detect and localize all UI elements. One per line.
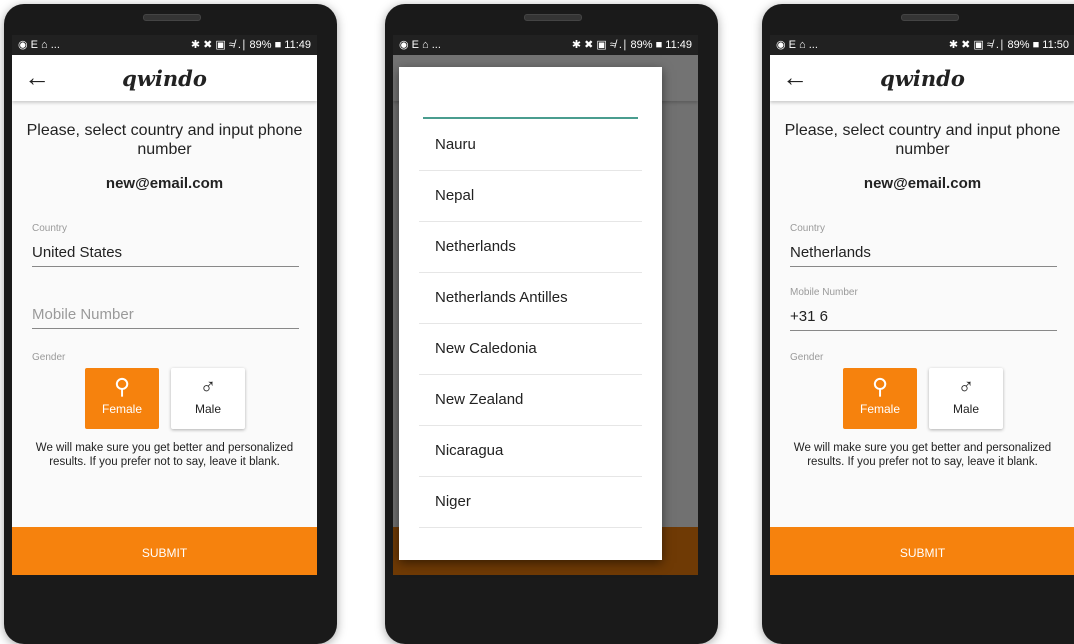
app-logo: qwindo bbox=[880, 66, 965, 91]
list-item[interactable]: New Zealand bbox=[419, 375, 642, 426]
list-item[interactable]: Nauru bbox=[419, 120, 642, 171]
female-icon: ⚲ bbox=[113, 374, 131, 399]
instruction-text: Please, select country and input phone n… bbox=[784, 122, 1061, 158]
speaker bbox=[142, 14, 201, 21]
mobile-number-input[interactable]: +31 6 bbox=[790, 308, 1057, 331]
status-icons-right: ✱ ✖ ▣ ≉ .∣ 89% ■ 11:49 bbox=[571, 39, 692, 51]
country-list: Nauru Nepal Netherlands Netherlands Anti… bbox=[419, 120, 642, 528]
list-item[interactable]: Niger bbox=[419, 477, 642, 528]
status-icons-right: ✱ ✖ ▣ ≉ .∣ 89% ■ 11:49 bbox=[190, 39, 311, 51]
list-item[interactable]: Netherlands bbox=[419, 222, 642, 273]
screen-country-select: ◉ E ⌂ ... ✱ ✖ ▣ ≉ .∣ 89% ■ 11:49 ← qwind… bbox=[12, 35, 317, 575]
status-bar: ◉ E ⌂ ... ✱ ✖ ▣ ≉ .∣ 89% ■ 11:50 bbox=[770, 35, 1074, 55]
speaker bbox=[523, 14, 582, 21]
gender-description: We will make sure you get better and per… bbox=[793, 442, 1052, 468]
status-bar: ◉ E ⌂ ... ✱ ✖ ▣ ≉ .∣ 89% ■ 11:49 bbox=[12, 35, 317, 55]
email-text: new@email.com bbox=[105, 175, 224, 192]
list-item[interactable]: New Caledonia bbox=[419, 324, 642, 375]
country-label: Country bbox=[790, 223, 826, 234]
country-field[interactable]: Netherlands bbox=[790, 244, 1057, 267]
app-logo: qwindo bbox=[122, 66, 207, 91]
female-icon: ⚲ bbox=[871, 374, 889, 399]
male-icon: ♂ bbox=[957, 374, 975, 399]
country-search-input[interactable] bbox=[423, 117, 638, 119]
list-item[interactable]: Netherlands Antilles bbox=[419, 273, 642, 324]
email-text: new@email.com bbox=[863, 175, 982, 192]
male-button[interactable]: ♂ Male bbox=[929, 368, 1003, 429]
mobile-number-label: Mobile Number bbox=[790, 287, 858, 298]
toolbar: ← qwindo bbox=[12, 55, 317, 101]
country-picker-dialog: Nauru Nepal Netherlands Netherlands Anti… bbox=[399, 67, 662, 560]
submit-button[interactable]: SUBMIT bbox=[770, 527, 1074, 575]
gender-description: We will make sure you get better and per… bbox=[35, 442, 294, 468]
instruction-text: Please, select country and input phone n… bbox=[26, 122, 303, 158]
gender-label: Gender bbox=[790, 352, 824, 363]
gender-label: Gender bbox=[32, 352, 66, 363]
list-item[interactable]: Nicaragua bbox=[419, 426, 642, 477]
female-label: Female bbox=[101, 402, 142, 416]
male-label: Male bbox=[952, 402, 979, 416]
screen-country-selected: ◉ E ⌂ ... ✱ ✖ ▣ ≉ .∣ 89% ■ 11:50 ← qwind… bbox=[770, 35, 1074, 575]
status-icons-right: ✱ ✖ ▣ ≉ .∣ 89% ■ 11:50 bbox=[948, 39, 1069, 51]
mobile-number-input[interactable]: Mobile Number bbox=[32, 306, 299, 329]
status-icons-left: ◉ E ⌂ ... bbox=[18, 39, 60, 51]
status-icons-left: ◉ E ⌂ ... bbox=[399, 39, 441, 51]
speaker bbox=[900, 14, 959, 21]
male-button[interactable]: ♂ Male bbox=[171, 368, 245, 429]
female-button[interactable]: ⚲ Female bbox=[85, 368, 159, 429]
status-bar: ◉ E ⌂ ... ✱ ✖ ▣ ≉ .∣ 89% ■ 11:49 bbox=[393, 35, 698, 55]
phone-1: ◉ E ⌂ ... ✱ ✖ ▣ ≉ .∣ 89% ■ 11:49 ← qwind… bbox=[4, 4, 337, 644]
male-label: Male bbox=[194, 402, 221, 416]
female-label: Female bbox=[859, 402, 900, 416]
female-button[interactable]: ⚲ Female bbox=[843, 368, 917, 429]
country-label: Country bbox=[32, 223, 68, 234]
submit-button[interactable]: SUBMIT bbox=[12, 527, 317, 575]
male-icon: ♂ bbox=[199, 374, 217, 399]
toolbar: ← qwindo bbox=[770, 55, 1074, 101]
country-field[interactable]: United States bbox=[32, 244, 299, 267]
list-item[interactable]: Nepal bbox=[419, 171, 642, 222]
status-icons-left: ◉ E ⌂ ... bbox=[776, 39, 818, 51]
phone-3: ◉ E ⌂ ... ✱ ✖ ▣ ≉ .∣ 89% ■ 11:50 ← qwind… bbox=[762, 4, 1074, 644]
phone-2: ◉ E ⌂ ... ✱ ✖ ▣ ≉ .∣ 89% ■ 11:49 ← Nauru… bbox=[385, 4, 718, 644]
